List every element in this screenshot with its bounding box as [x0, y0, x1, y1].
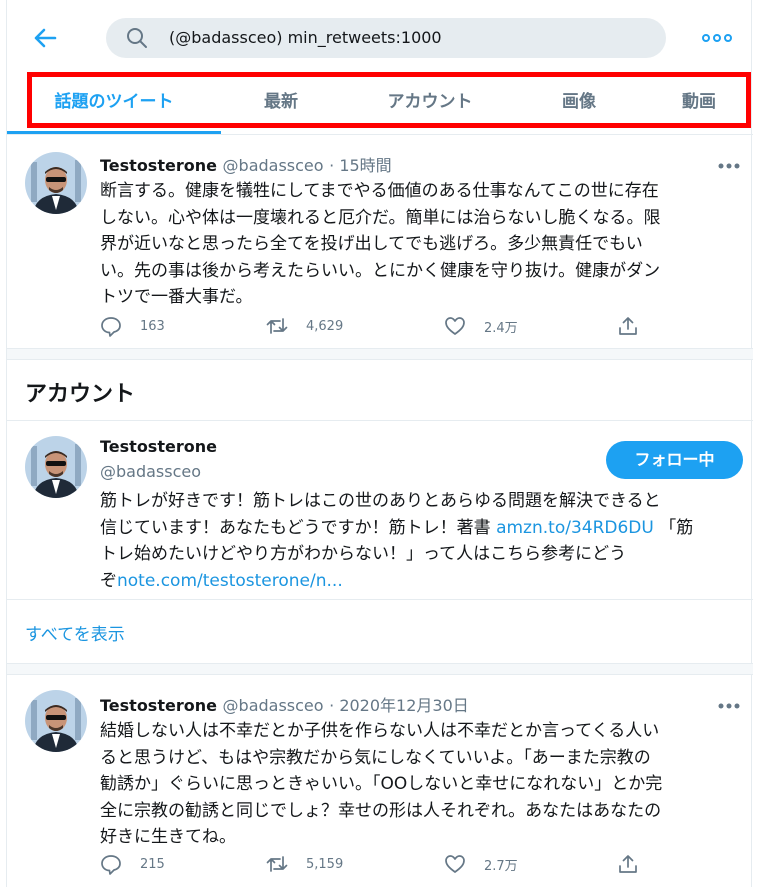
like-count: 2.4万 — [484, 320, 518, 336]
bio-text: ぞ — [100, 570, 117, 591]
like-icon — [445, 855, 465, 873]
tweet-line: 全に宗教の勧誘と同じでしょ？幸せの形は人それぞれ。あなたはあなたの — [100, 800, 662, 821]
tweet[interactable]: Testosterone @badassceo · 15時間 断言する。健康を犠… — [7, 148, 753, 348]
tweet-actions: 163 4,629 2.4万 — [100, 314, 660, 338]
like-count: 2.7万 — [484, 858, 518, 874]
retweet-icon — [266, 856, 288, 872]
tweet-line: 好きに生きてね。 — [100, 827, 236, 847]
reply-icon — [101, 317, 121, 337]
tweet-author: Testosterone @badassceo · 15時間 — [100, 152, 392, 176]
more-icon — [702, 34, 732, 42]
tab-top-tweets[interactable]: 話題のツイート — [7, 74, 221, 135]
accounts-section-title: アカウント — [25, 382, 136, 407]
back-button[interactable] — [29, 22, 61, 54]
divider — [7, 599, 753, 600]
tab-images[interactable]: 画像 — [519, 74, 639, 135]
reply-icon — [101, 855, 121, 875]
bio-text: 信じています！あなたもどうですか！筋トレ！著書 — [100, 517, 497, 538]
tweet-actions: 215 5,159 2.7万 — [100, 852, 660, 876]
tweet-line: しない。心や体は一度壊れると厄介だ。簡単には治らないし脆くなる。限 — [100, 207, 661, 228]
share-button[interactable] — [617, 852, 657, 876]
bio-line: ぞnote.com/testosterone/n... — [100, 568, 730, 595]
tweet-author: Testosterone @badassceo · 2020年12月30日 — [100, 692, 469, 716]
like-icon — [445, 317, 465, 335]
handle[interactable]: @badassceo — [223, 156, 324, 175]
more-options-button[interactable] — [697, 26, 737, 50]
tweet-more-button[interactable] — [717, 698, 741, 712]
share-icon — [619, 317, 637, 335]
tweet-line: い。先の事は後から考えたらいい。とにかく健康を守り抜け。健康がダン — [100, 260, 661, 281]
display-name[interactable]: Testosterone — [100, 156, 217, 175]
account-display-name[interactable]: Testosterone — [100, 437, 217, 456]
account-handle[interactable]: @badassceo — [100, 462, 201, 481]
section-divider — [7, 348, 753, 360]
bio-text: 「筋 — [653, 517, 694, 538]
bio-line: トレ始めたいけどやり方がわからない！」って人はこちら参考にどう — [100, 544, 627, 564]
tab-accounts[interactable]: アカウント — [341, 74, 519, 135]
tweet-line: 断言する。健康を犠牲にしてまでやる価値のある仕事なんてこの世に存在 — [100, 181, 659, 201]
retweet-count: 4,629 — [306, 318, 344, 334]
more-icon — [718, 703, 740, 709]
tweet-line: ると思うけど、もはや宗教だから気にしなくていいよ。「あーまた宗教の — [100, 747, 651, 768]
avatar[interactable] — [25, 690, 87, 752]
back-arrow-icon — [34, 28, 57, 48]
active-tab-indicator — [7, 131, 221, 134]
tab-videos[interactable]: 動画 — [639, 74, 759, 135]
timestamp[interactable]: · 2020年12月30日 — [329, 696, 469, 715]
retweet-count: 5,159 — [306, 856, 344, 872]
retweet-button[interactable]: 5,159 — [266, 852, 343, 876]
search-box[interactable] — [106, 18, 666, 58]
like-button[interactable]: 2.4万 — [444, 314, 518, 338]
reply-count: 163 — [140, 318, 165, 334]
retweet-icon — [266, 318, 288, 334]
bio-link-amazon[interactable]: amzn.to/34RD6DU — [496, 518, 654, 538]
retweet-button[interactable]: 4,629 — [266, 314, 343, 338]
show-all-link[interactable]: すべてを表示 — [25, 620, 125, 645]
avatar[interactable] — [25, 152, 87, 214]
more-icon — [718, 163, 740, 169]
tweet-line: トツで一番大事だ。 — [100, 287, 253, 307]
bio-line: 筋トレが好きです！筋トレはこの世のありとあらゆる問題を解決できると — [100, 491, 661, 511]
app-frame: 話題のツイート 最新 アカウント 画像 動画 Testosterone @bad… — [6, 0, 753, 887]
timestamp[interactable]: · 15時間 — [329, 156, 392, 175]
tweet-text: 断言する。健康を犠牲にしてまでやる価値のある仕事なんてこの世に存在 しない。心や… — [100, 178, 730, 311]
tweet-line: 勧誘か」ぐらいに思っときゃいい。「OOしないと幸せになれない」とか完 — [100, 774, 663, 794]
search-header — [7, 0, 753, 78]
bio-link-note[interactable]: note.com/testosterone/n... — [117, 571, 343, 591]
account-bio: 筋トレが好きです！筋トレはこの世のありとあらゆる問題を解決できると 信じています… — [100, 488, 730, 594]
search-tabs: 話題のツイート 最新 アカウント 画像 動画 — [7, 74, 753, 135]
following-button[interactable]: フォロー中 — [606, 441, 743, 479]
reply-button[interactable]: 163 — [100, 314, 165, 338]
handle[interactable]: @badassceo — [223, 696, 324, 715]
tweet-line: 界が近いなと思ったら全てを投げ出してでも逃げろ。多少無責任でもい — [100, 234, 643, 254]
display-name[interactable]: Testosterone — [100, 696, 217, 715]
bio-line: 信じています！あなたもどうですか！筋トレ！著書 amzn.to/34RD6DU … — [100, 515, 730, 542]
tweet-line: 結婚しない人は不幸だとか子供を作らない人は不幸だとか言ってくる人い — [100, 721, 660, 741]
divider — [7, 420, 753, 421]
avatar[interactable] — [25, 436, 87, 498]
search-input[interactable] — [169, 18, 639, 58]
tab-latest[interactable]: 最新 — [221, 74, 341, 135]
reply-button[interactable]: 215 — [100, 852, 165, 876]
section-divider — [7, 663, 753, 675]
tweet[interactable]: Testosterone @badassceo · 2020年12月30日 結婚… — [7, 686, 753, 886]
account-card[interactable]: Testosterone @badassceo フォロー中 筋トレが好きです！筋… — [7, 432, 753, 600]
tweet-text: 結婚しない人は不幸だとか子供を作らない人は不幸だとか言ってくる人い ると思うけど… — [100, 718, 730, 851]
share-icon — [619, 855, 637, 873]
tweet-more-button[interactable] — [717, 158, 741, 172]
search-icon — [127, 28, 147, 48]
like-button[interactable]: 2.7万 — [444, 852, 518, 876]
share-button[interactable] — [617, 314, 657, 338]
reply-count: 215 — [140, 856, 165, 872]
